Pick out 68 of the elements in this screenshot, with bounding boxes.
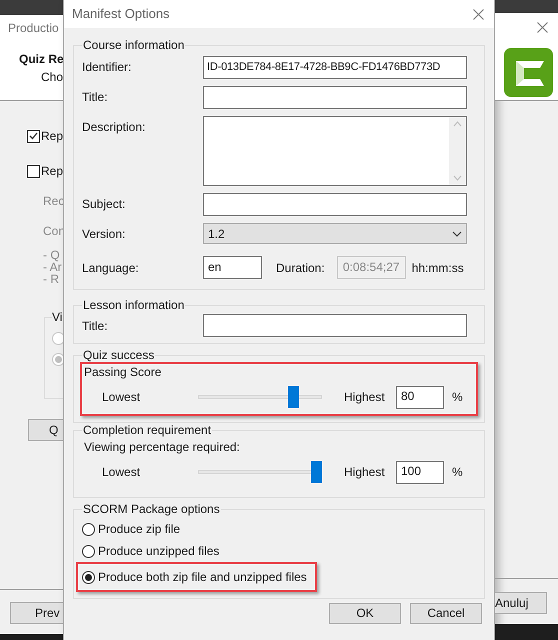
text-area[interactable] (203, 116, 467, 186)
option-text: Rec (43, 193, 63, 210)
field-label: Title: (82, 318, 109, 334)
dark-strip (495, 0, 558, 13)
window-title: Productio (8, 20, 60, 37)
checkbox-label: Rep (40, 128, 63, 145)
preview-button[interactable]: Prev (10, 602, 63, 624)
field-label: Version: (82, 226, 126, 243)
radio-label: Produce both zip file and unzipped files (98, 569, 307, 586)
bullet-item: - R (43, 273, 60, 285)
slider-thumb[interactable] (288, 386, 300, 408)
radio-button[interactable] (82, 522, 95, 536)
field-label: Description: (82, 119, 146, 136)
bullet-item: - Q (43, 249, 61, 261)
text-field[interactable] (203, 86, 467, 109)
page-heading: Quiz Re (19, 51, 63, 68)
group-title: SCORM Package options (82, 502, 221, 516)
dark-strip (0, 0, 63, 15)
text-field[interactable] (203, 314, 467, 337)
percent-field[interactable]: 100 (396, 460, 444, 484)
radio-button[interactable] (82, 544, 95, 558)
slider-track[interactable] (198, 386, 322, 408)
min-label: Lowest (102, 464, 142, 481)
text-field[interactable] (203, 193, 467, 216)
radio-label: Produce zip file (98, 521, 180, 538)
dialog-title: Manifest Options (72, 5, 170, 24)
group-title: Lesson information (82, 298, 186, 312)
percent-field[interactable]: 80 (396, 386, 444, 408)
dialog-button[interactable]: Cancel (410, 603, 482, 624)
slider-thumb[interactable] (311, 461, 322, 483)
unit-label: % (452, 464, 463, 481)
group-title: Quiz success (82, 348, 156, 362)
dark-strip (0, 634, 63, 640)
checkbox[interactable] (27, 164, 40, 178)
unit-label: % (452, 389, 463, 406)
close-icon[interactable] (473, 8, 484, 20)
slider-caption: Passing Score (84, 364, 162, 380)
radio-button[interactable] (82, 570, 95, 584)
dark-strip (495, 624, 558, 640)
checkbox-label: Rep (40, 163, 63, 180)
quiz-button[interactable]: Q (28, 419, 63, 441)
field-label: Language: (82, 260, 140, 276)
dialog-button[interactable]: OK (329, 603, 401, 624)
language-field[interactable]: en (203, 256, 262, 279)
min-label: Lowest (102, 389, 142, 406)
group-title: Completion requirement (82, 423, 212, 437)
page-subheading: Cho (41, 69, 63, 86)
radio-label: Produce unzipped files (98, 543, 220, 560)
slider-caption: Viewing percentage required: (84, 439, 241, 455)
field-label: Subject: (82, 196, 126, 213)
max-label: Highest (344, 389, 386, 406)
text-field[interactable]: ID-013DE784-8E17-4728-BB9C-FD1476BD773D (203, 56, 467, 79)
duration-field: 0:08:54;27 (336, 256, 406, 279)
footer-button[interactable]: Anuluj (495, 592, 547, 614)
group-title: Course information (82, 38, 186, 52)
chevron-down-icon (452, 230, 462, 236)
duration-label: Duration: (276, 260, 325, 276)
checkbox[interactable] (27, 130, 40, 142)
max-label: Highest (344, 464, 386, 481)
slider-track[interactable] (198, 461, 322, 483)
field-label: Identifier: (82, 59, 132, 76)
field-label: Title: (82, 89, 109, 106)
bullet-item: - Ar (43, 261, 63, 273)
app-logo-icon (504, 48, 553, 97)
close-icon[interactable] (537, 22, 548, 33)
group-title: Vi (52, 310, 64, 324)
version-dropdown[interactable]: 1.2 (203, 223, 467, 244)
duration-unit: hh:mm:ss (412, 260, 464, 276)
